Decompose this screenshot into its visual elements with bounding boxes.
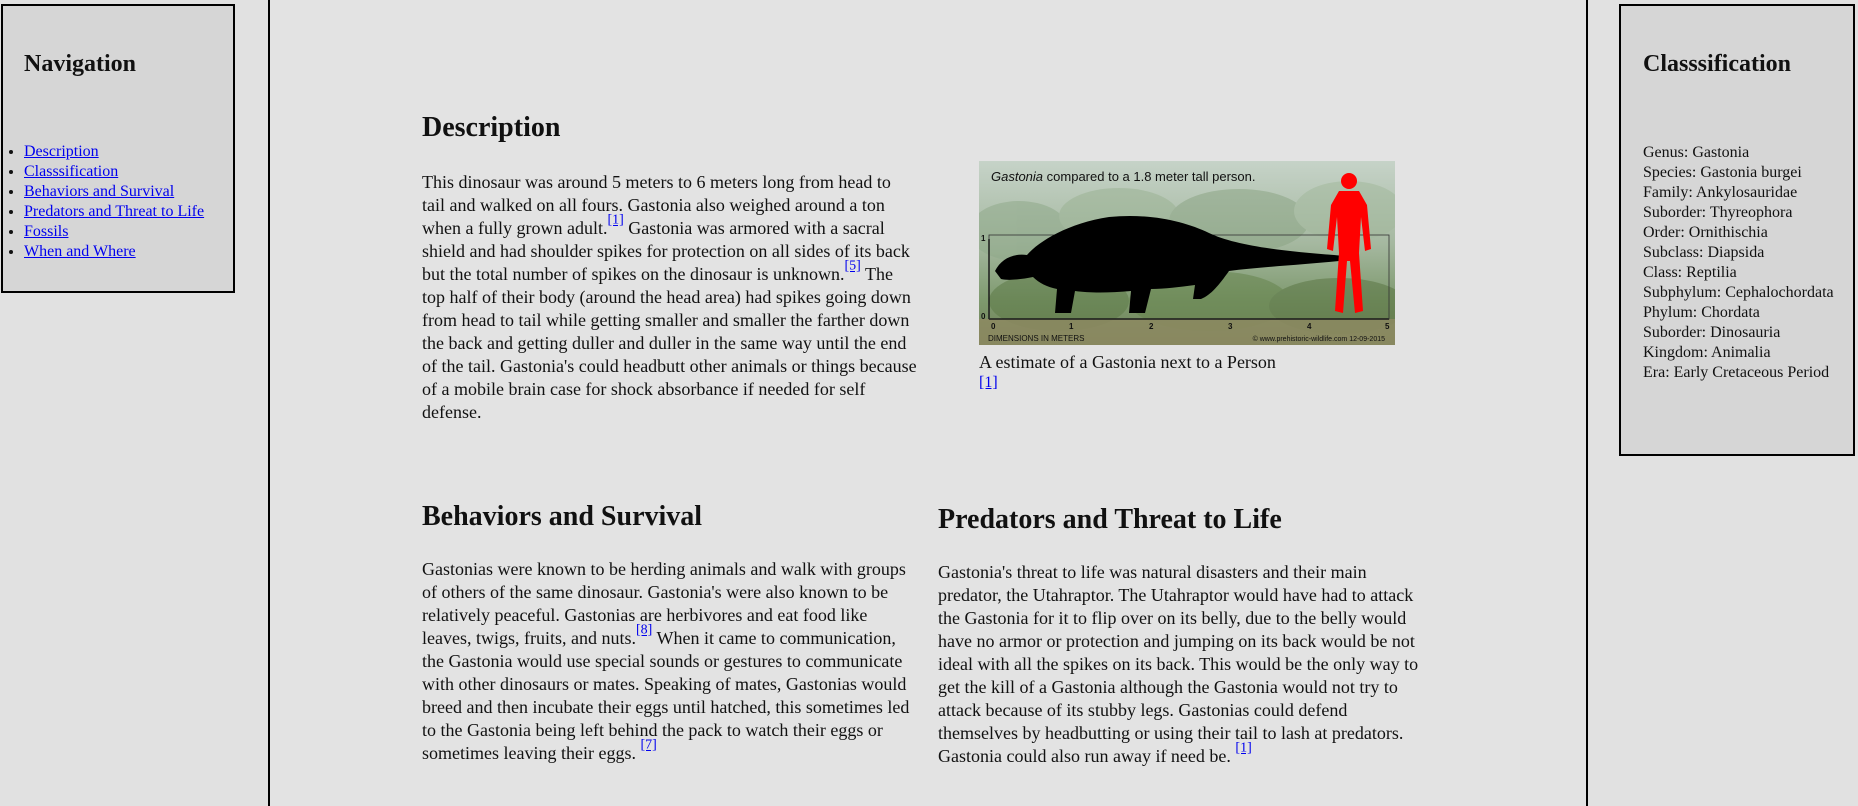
classification-row-subclass: Subclass: Diapsida [1643,244,1765,261]
classification-row-genus: Genus: Gastonia [1643,144,1750,161]
classification-row-family: Family: Ankylosauridae [1643,184,1798,201]
classification-panel: Classsification Genus: Gastonia Species:… [1619,4,1855,456]
nav-link-behaviors[interactable]: Behaviors and Survival [24,183,174,200]
nav-link-classification[interactable]: Classsification [24,163,118,180]
axis-label: DIMENSIONS IN METERS [988,334,1084,343]
nav-link-predators[interactable]: Predators and Threat to Life [24,203,204,220]
x-tick-4: 4 [1307,322,1312,331]
y-tick-0: 0 [981,312,986,321]
citation-link-8[interactable]: [8] [636,623,652,638]
nav-link-fossils[interactable]: Fossils [24,223,68,240]
description-heading: Description [422,112,561,143]
figure-citation: [1] [979,373,1395,393]
behaviors-text: Gastonias were known to be herding anima… [422,558,919,765]
classification-row-species: Species: Gastonia burgei [1643,164,1802,181]
classification-row-order: Order: Ornithischia [1643,224,1768,241]
navigation-list: Description Classsification Behaviors an… [3,142,204,262]
predators-text-part-1: Gastonia's threat to life was natural di… [938,562,1419,766]
behaviors-text-part-2: When it came to communication, the Gasto… [422,628,910,763]
nav-link-description[interactable]: Description [24,143,99,160]
classification-row-suborder-2: Suborder: Dinosauria [1643,324,1781,341]
image-credit: © www.prehistoric-wildlife.com 12-09-201… [1253,335,1385,343]
figure-header-italic: Gastonia [991,169,1043,184]
nav-link-when-where[interactable]: When and Where [24,243,136,260]
size-comparison-graphic: Gastonia compared to a 1.8 meter tall pe… [979,169,1395,345]
classification-row-subphylum: Subphylum: Cephalochordata [1643,284,1834,301]
figure-citation-link[interactable]: [1] [979,374,998,391]
classification-row-kingdom: Kingdom: Animalia [1643,344,1771,361]
x-tick-5: 5 [1385,322,1390,331]
nav-item-classification: Classsification [24,162,204,182]
behaviors-heading: Behaviors and Survival [422,501,703,532]
citation-link-5[interactable]: [5] [844,259,860,274]
predators-text: Gastonia's threat to life was natural di… [938,561,1428,768]
navigation-panel: Navigation Description Classsification B… [1,4,235,293]
size-comparison-image: Gastonia compared to a 1.8 meter tall pe… [979,161,1395,345]
nav-item-description: Description [24,142,204,162]
x-tick-0: 0 [991,322,996,331]
description-text-part-3: The top half of their body (around the h… [422,264,917,422]
citation-link-7[interactable]: [7] [640,738,656,753]
classification-title: Classsification [1643,51,1792,77]
citation-link-1[interactable]: [1] [607,213,623,228]
description-text: This dinosaur was around 5 meters to 6 m… [422,171,917,424]
navigation-title: Navigation [24,51,137,77]
classification-list: Genus: Gastonia Species: Gastonia burgei… [1643,143,1843,383]
classification-row-class: Class: Reptilia [1643,264,1737,281]
predators-heading: Predators and Threat to Life [938,504,1282,535]
nav-item-when-where: When and Where [24,242,204,262]
classification-row-suborder: Suborder: Thyreophora [1643,204,1793,221]
classification-row-era: Era: Early Cretaceous Period [1643,364,1830,381]
classification-row-phylum: Phylum: Chordata [1643,304,1760,321]
x-tick-2: 2 [1149,322,1154,331]
nav-item-predators: Predators and Threat to Life [24,202,204,222]
nav-item-behaviors: Behaviors and Survival [24,182,204,202]
figure-header-rest: compared to a 1.8 meter tall person. [1043,169,1255,184]
citation-link-1b[interactable]: [1] [1235,741,1251,756]
size-comparison-figure: Gastonia compared to a 1.8 meter tall pe… [979,161,1395,393]
x-tick-1: 1 [1069,322,1074,331]
figure-caption: A estimate of a Gastonia next to a Perso… [979,352,1276,372]
nav-item-fossils: Fossils [24,222,204,242]
svg-text:Gastonia compared to a 1.8 met: Gastonia compared to a 1.8 meter tall pe… [991,169,1256,184]
y-tick-1: 1 [981,234,986,243]
x-tick-3: 3 [1228,322,1233,331]
